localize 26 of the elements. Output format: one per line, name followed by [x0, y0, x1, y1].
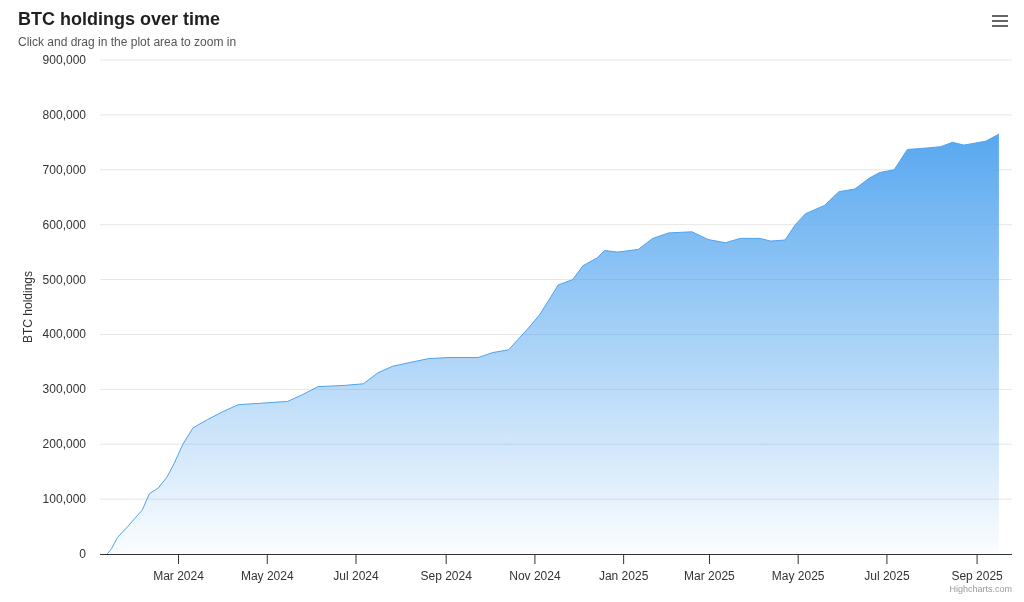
credits-link[interactable]: Highcharts.com	[949, 584, 1012, 594]
chart-title: BTC holdings over time	[18, 8, 222, 30]
y-axis-label: 800,000	[42, 107, 86, 122]
x-axis-label: May 2025	[771, 569, 825, 583]
y-axis-label: 100,000	[42, 492, 86, 507]
x-axis-label: Nov 2024	[509, 569, 561, 583]
x-axis-label: Mar 2024	[153, 569, 204, 583]
x-axis-label: Mar 2025	[684, 569, 735, 583]
y-axis-label: 600,000	[42, 217, 86, 232]
x-axis-label: Sep 2024	[420, 569, 472, 583]
x-axis-label: Jul 2025	[864, 569, 910, 583]
y-axis-label: 200,000	[42, 437, 86, 452]
x-axis-label: Jul 2024	[333, 569, 379, 583]
y-axis-label: 300,000	[42, 382, 86, 397]
y-axis-title: BTC holdings	[21, 271, 35, 343]
y-axis-label: 0	[79, 547, 86, 561]
x-axis-label: May 2024	[240, 569, 294, 583]
x-axis-label: Sep 2025	[951, 569, 1003, 583]
chart-subtitle: Click and drag in the plot area to zoom in	[18, 34, 237, 50]
y-axis-label: 400,000	[42, 327, 86, 342]
menu-icon	[992, 15, 1008, 27]
x-axis-label: Jan 2025	[598, 569, 649, 583]
y-axis-label: 900,000	[42, 53, 86, 67]
y-axis-label: 700,000	[42, 162, 86, 177]
y-axis-label: 500,000	[42, 272, 86, 287]
menu-button[interactable]	[990, 12, 1010, 30]
